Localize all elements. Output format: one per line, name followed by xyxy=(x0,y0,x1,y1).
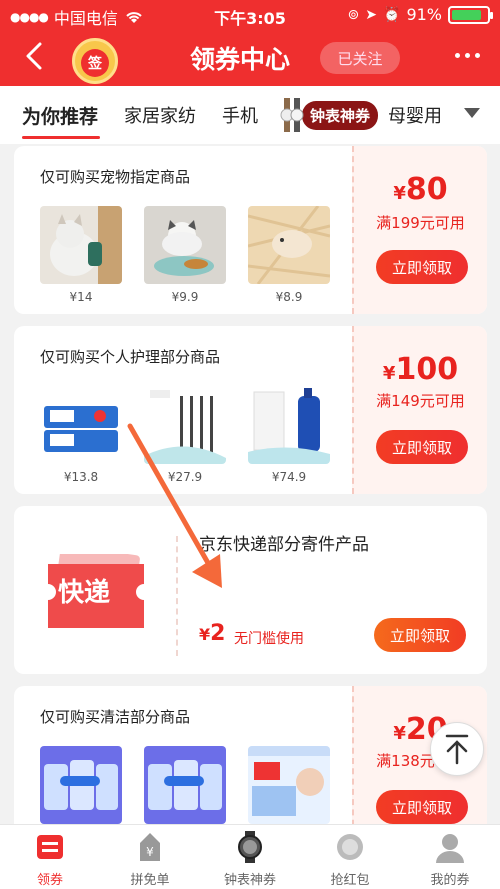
coupon-icon xyxy=(37,835,63,859)
svg-text:¥: ¥ xyxy=(146,845,154,859)
product-image-tissue[interactable] xyxy=(248,746,330,824)
back-button[interactable] xyxy=(20,38,48,74)
tab-recommended[interactable]: 为你推荐 xyxy=(22,102,98,129)
coupon-condition: 无门槛使用 xyxy=(234,631,304,647)
red-packet-icon xyxy=(337,834,363,860)
coupon-amount: ¥80 xyxy=(393,172,448,207)
nav-my-coupons[interactable]: 我的券 xyxy=(400,825,500,889)
express-coupon-card: 快递 京东快递部分寄件产品 ¥2 无门槛使用 立即领取 xyxy=(14,506,487,674)
product-price: ¥27.9 xyxy=(167,470,203,484)
coupon-amount: ¥2 xyxy=(199,621,226,646)
sign-label: 签 xyxy=(81,49,109,77)
battery-icon xyxy=(448,5,493,24)
coupon-card: 仅可购买宠物指定商品 ¥14 ¥9.9 ¥8.9 ¥80 满199元可用 立即领… xyxy=(14,146,487,314)
more-options-icon[interactable] xyxy=(455,53,480,58)
product-price: ¥9.9 xyxy=(171,290,199,304)
product-price: ¥74.9 xyxy=(271,470,307,484)
coupon-amount: ¥100 xyxy=(382,352,459,387)
watch-icon xyxy=(280,98,304,132)
product-image-shampoo[interactable] xyxy=(248,386,330,464)
product-image-detergent[interactable] xyxy=(144,746,226,824)
claim-coupon-button[interactable]: 立即领取 xyxy=(376,430,468,464)
nav-red-packet[interactable]: 抢红包 xyxy=(300,825,400,889)
coupon-condition: 满199元可用 xyxy=(376,214,465,232)
coupon-value-panel: ¥100 满149元可用 立即领取 xyxy=(352,326,487,494)
yen-bag-icon: ¥ xyxy=(140,833,160,861)
coupon-title: 仅可购买清洁部分商品 xyxy=(40,708,191,726)
express-ticket-label: 快递 xyxy=(58,578,111,608)
product-price: ¥14 xyxy=(69,290,93,304)
status-bar: ●●●● 中国电信 下午3:05 ⊚ ➤ ⏰ 91% xyxy=(0,0,500,30)
top-bar: ●●●● 中国电信 下午3:05 ⊚ ➤ ⏰ 91% 签 领券中心 已关注 xyxy=(0,0,500,86)
claim-coupon-button[interactable]: 立即领取 xyxy=(374,618,466,652)
tab-phones[interactable]: 手机 xyxy=(222,102,258,128)
coupon-condition: 满149元可用 xyxy=(376,392,465,410)
claim-coupon-button[interactable]: 立即领取 xyxy=(376,790,468,824)
alarm-icon: ⏰ xyxy=(383,6,401,23)
product-image-toothpaste[interactable] xyxy=(40,386,122,464)
active-tab-indicator xyxy=(22,136,100,139)
coupon-card: 仅可购买个人护理部分商品 ¥13.8 ¥27.9 ¥74.9 ¥100 满149… xyxy=(14,326,487,494)
watch-icon xyxy=(238,831,262,863)
followed-button[interactable]: 已关注 xyxy=(320,42,400,74)
coupon-title: 仅可购买个人护理部分商品 xyxy=(40,348,221,366)
tab-baby[interactable]: 母婴用 xyxy=(388,102,442,128)
nav-watch-coupons[interactable]: 钟表神券 xyxy=(200,825,300,889)
user-icon xyxy=(436,834,464,863)
product-price: ¥8.9 xyxy=(275,290,303,304)
arrow-up-icon xyxy=(445,734,469,765)
category-tabs: 为你推荐 家居家纺 手机 母婴用 xyxy=(0,86,500,144)
watch-tab-label: 钟表神券 xyxy=(302,100,379,130)
product-image-toothbrush[interactable] xyxy=(144,386,226,464)
claim-coupon-button[interactable]: 立即领取 xyxy=(376,250,468,284)
location-icon: ➤ xyxy=(365,6,377,23)
page-title: 领券中心 xyxy=(190,45,291,74)
coupon-title: 仅可购买宠物指定商品 xyxy=(40,168,191,186)
tab-home-textiles[interactable]: 家居家纺 xyxy=(124,102,196,128)
nav-coupons[interactable]: 领券 xyxy=(0,825,100,889)
sign-in-badge[interactable]: 签 xyxy=(72,38,118,84)
coupon-card: 仅可购买清洁部分商品 ¥20 满138元可用 立即领取 xyxy=(14,686,487,836)
bottom-nav: 领券 ¥ 拼免单 钟表神券 抢红包 我的券 xyxy=(0,824,500,889)
back-to-top-button[interactable] xyxy=(430,722,484,776)
nav-group-free[interactable]: ¥ 拼免单 xyxy=(100,825,200,889)
product-image-cat[interactable] xyxy=(40,206,122,284)
tab-watch-coupons[interactable]: 钟表神券 xyxy=(280,98,379,132)
coupon-title: 京东快递部分寄件产品 xyxy=(199,535,369,555)
product-image-pet-bowl[interactable] xyxy=(144,206,226,284)
battery-percent: 91% xyxy=(406,5,442,24)
product-image-detergent[interactable] xyxy=(40,746,122,824)
product-image-hamster[interactable] xyxy=(248,206,330,284)
product-price: ¥13.8 xyxy=(63,470,99,484)
coupon-value-panel: ¥80 满199元可用 立即领取 xyxy=(352,146,487,314)
tabs-dropdown-icon[interactable] xyxy=(464,108,480,118)
lock-rotation-icon: ⊚ xyxy=(347,6,360,23)
